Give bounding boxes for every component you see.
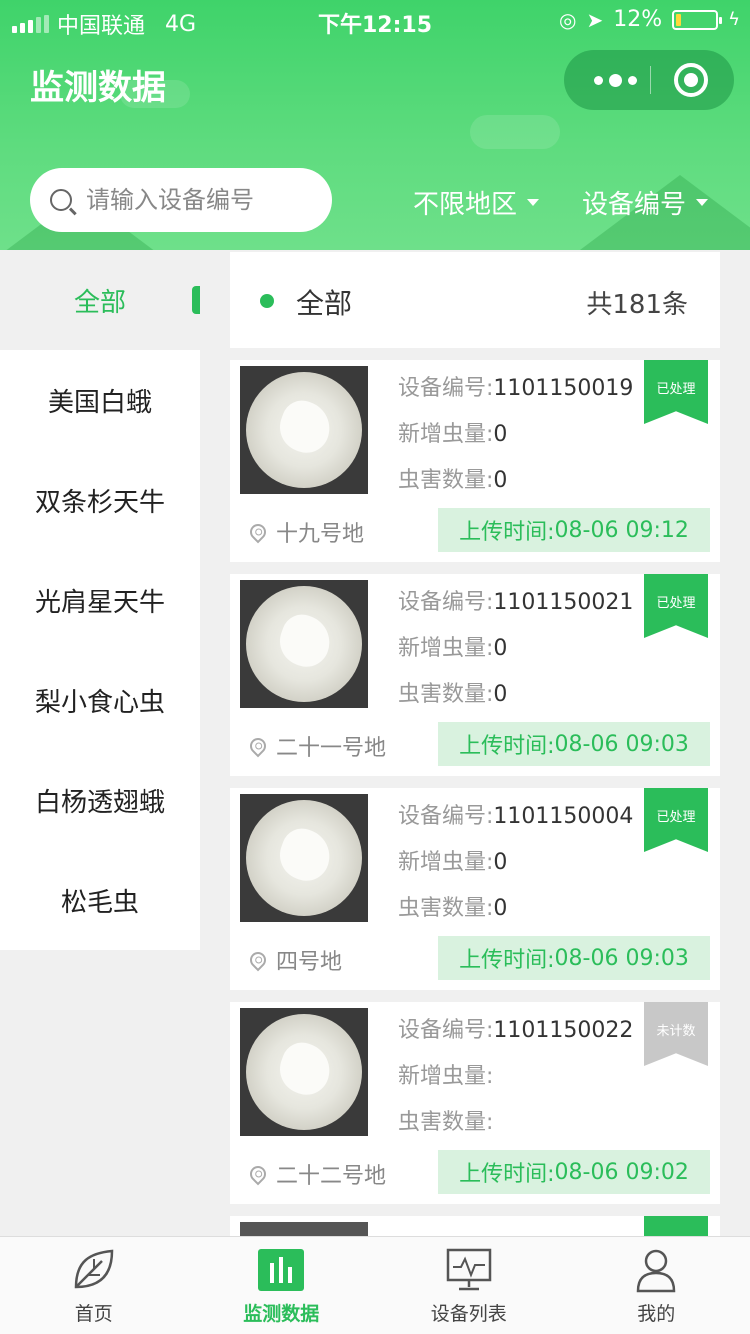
sidebar-item[interactable]: 双条杉天牛: [0, 450, 200, 550]
leaf-icon: [74, 1249, 114, 1289]
new-pests: 新增虫量:0: [398, 422, 508, 447]
location-pin-icon: [246, 520, 270, 544]
sidebar-item-label: 美国白蛾: [47, 387, 152, 418]
status-badge: 未计数: [644, 1002, 708, 1066]
trap-photo[interactable]: [240, 580, 368, 708]
new-pests: 新增虫量:0: [398, 850, 508, 875]
upload-time: 上传时间: 08-06 09:02: [438, 1150, 710, 1194]
sidebar-item-label: 松毛虫: [60, 887, 139, 918]
record-card[interactable]: 设备编号:1101150021 新增虫量:0 虫害数量:0 已处理 二十一号地 …: [230, 574, 720, 776]
record-card[interactable]: 设备编号:1101150004 新增虫量:0 虫害数量:0 已处理 四号地 上传…: [230, 788, 720, 990]
pest-count: 虫害数量:0: [398, 468, 508, 493]
device-number: 设备编号:1101150022: [398, 1018, 634, 1043]
upload-time: 上传时间: 08-06 09:12: [438, 508, 710, 552]
status-bar: 中国联通 4G 下午12:15 ◎ ➤ 12% ϟ: [0, 0, 750, 40]
status-badge: [644, 1216, 708, 1236]
close-icon[interactable]: [674, 63, 708, 97]
search-input[interactable]: [86, 186, 316, 214]
trap-photo[interactable]: [240, 1008, 368, 1136]
new-pests: 新增虫量:: [398, 1064, 494, 1089]
location-pin-icon: [246, 734, 270, 758]
page-title: 监测数据: [30, 68, 166, 108]
status-badge: 已处理: [644, 574, 708, 638]
header: 中国联通 4G 下午12:15 ◎ ➤ 12% ϟ 监测数据 不限地区 设备编号: [0, 0, 750, 250]
sidebar-item[interactable]: 美国白蛾: [0, 350, 200, 450]
location-pin-icon: [246, 1162, 270, 1186]
summary-label: 全部: [296, 287, 353, 320]
record-count: 共181条: [586, 290, 688, 320]
user-icon: [636, 1249, 676, 1293]
pest-count: 虫害数量:0: [398, 682, 508, 707]
sidebar-item[interactable]: 松毛虫: [0, 850, 200, 950]
status-badge: 已处理: [644, 360, 708, 424]
pest-count: 虫害数量:0: [398, 896, 508, 921]
mini-program-capsule: [564, 50, 734, 110]
chevron-down-icon: [696, 199, 709, 206]
active-indicator: [192, 286, 200, 314]
location: 二十二号地: [246, 1158, 386, 1190]
upload-time: 上传时间: 08-06 09:03: [438, 722, 710, 766]
tab-monitoring[interactable]: 监测数据: [188, 1237, 376, 1334]
tab-home[interactable]: 首页: [0, 1237, 188, 1334]
trap-photo[interactable]: [240, 1222, 368, 1236]
more-icon[interactable]: [582, 50, 648, 110]
pest-count: 虫害数量:: [398, 1110, 494, 1135]
tab-bar: 首页 监测数据 设备列表 我的: [0, 1236, 750, 1334]
sidebar-item-label: 白杨透翅蛾: [34, 787, 165, 818]
device-number: 设备编号:1101150019: [398, 376, 634, 401]
trap-photo[interactable]: [240, 366, 368, 494]
search-bar[interactable]: [30, 168, 332, 232]
battery-icon: [672, 9, 723, 30]
region-filter-label: 不限地区: [413, 190, 518, 220]
device-filter[interactable]: 设备编号: [582, 184, 709, 221]
sidebar-item-label: 双条杉天牛: [34, 487, 165, 518]
region-filter[interactable]: 不限地区: [413, 184, 540, 221]
search-icon: [50, 189, 72, 211]
tab-label: 我的: [637, 1303, 676, 1325]
sidebar-item-label: 全部: [73, 287, 126, 318]
new-pests: 新增虫量:0: [398, 636, 508, 661]
trap-photo[interactable]: [240, 794, 368, 922]
device-number: 设备编号:1101150021: [398, 590, 634, 615]
location-pin-icon: [246, 948, 270, 972]
upload-time: 上传时间: 08-06 09:03: [438, 936, 710, 980]
summary-bar: 全部 共181条: [230, 252, 720, 348]
record-card[interactable]: 设备编号:1101150022 新增虫量: 虫害数量: 未计数 二十二号地 上传…: [230, 1002, 720, 1204]
location: 十九号地: [246, 516, 364, 548]
tab-device-list[interactable]: 设备列表: [375, 1237, 563, 1334]
bar-chart-icon: [258, 1249, 305, 1291]
location: 四号地: [246, 944, 342, 976]
tab-profile[interactable]: 我的: [563, 1237, 750, 1334]
chevron-down-icon: [527, 199, 540, 206]
record-card-partial[interactable]: [230, 1216, 720, 1236]
status-badge: 已处理: [644, 788, 708, 852]
sidebar-item-label: 光肩星天牛: [34, 587, 165, 618]
status-dot: [260, 294, 274, 308]
monitor-icon: [446, 1248, 491, 1291]
tab-label: 首页: [74, 1303, 113, 1325]
sidebar-item[interactable]: 光肩星天牛: [0, 550, 200, 650]
rotation-lock-icon: ◎: [559, 7, 577, 32]
sidebar-item[interactable]: 梨小食心虫: [0, 650, 200, 750]
sidebar-item[interactable]: 白杨透翅蛾: [0, 750, 200, 850]
tab-label: 监测数据: [243, 1303, 320, 1325]
device-filter-label: 设备编号: [582, 190, 687, 220]
charging-icon: ϟ: [728, 9, 740, 30]
device-number: 设备编号:1101150004: [398, 804, 634, 829]
tab-label: 设备列表: [430, 1303, 507, 1325]
record-card[interactable]: 设备编号:1101150019 新增虫量:0 虫害数量:0 已处理 十九号地 上…: [230, 360, 720, 562]
category-sidebar: 全部 美国白蛾 双条杉天牛 光肩星天牛 梨小食心虫 白杨透翅蛾 松毛虫: [0, 250, 200, 950]
sidebar-item-all[interactable]: 全部: [0, 250, 200, 350]
sidebar-item-label: 梨小食心虫: [34, 687, 165, 718]
location-icon: ➤: [586, 7, 604, 32]
battery-percent: 12%: [613, 7, 663, 32]
location: 二十一号地: [246, 730, 386, 762]
